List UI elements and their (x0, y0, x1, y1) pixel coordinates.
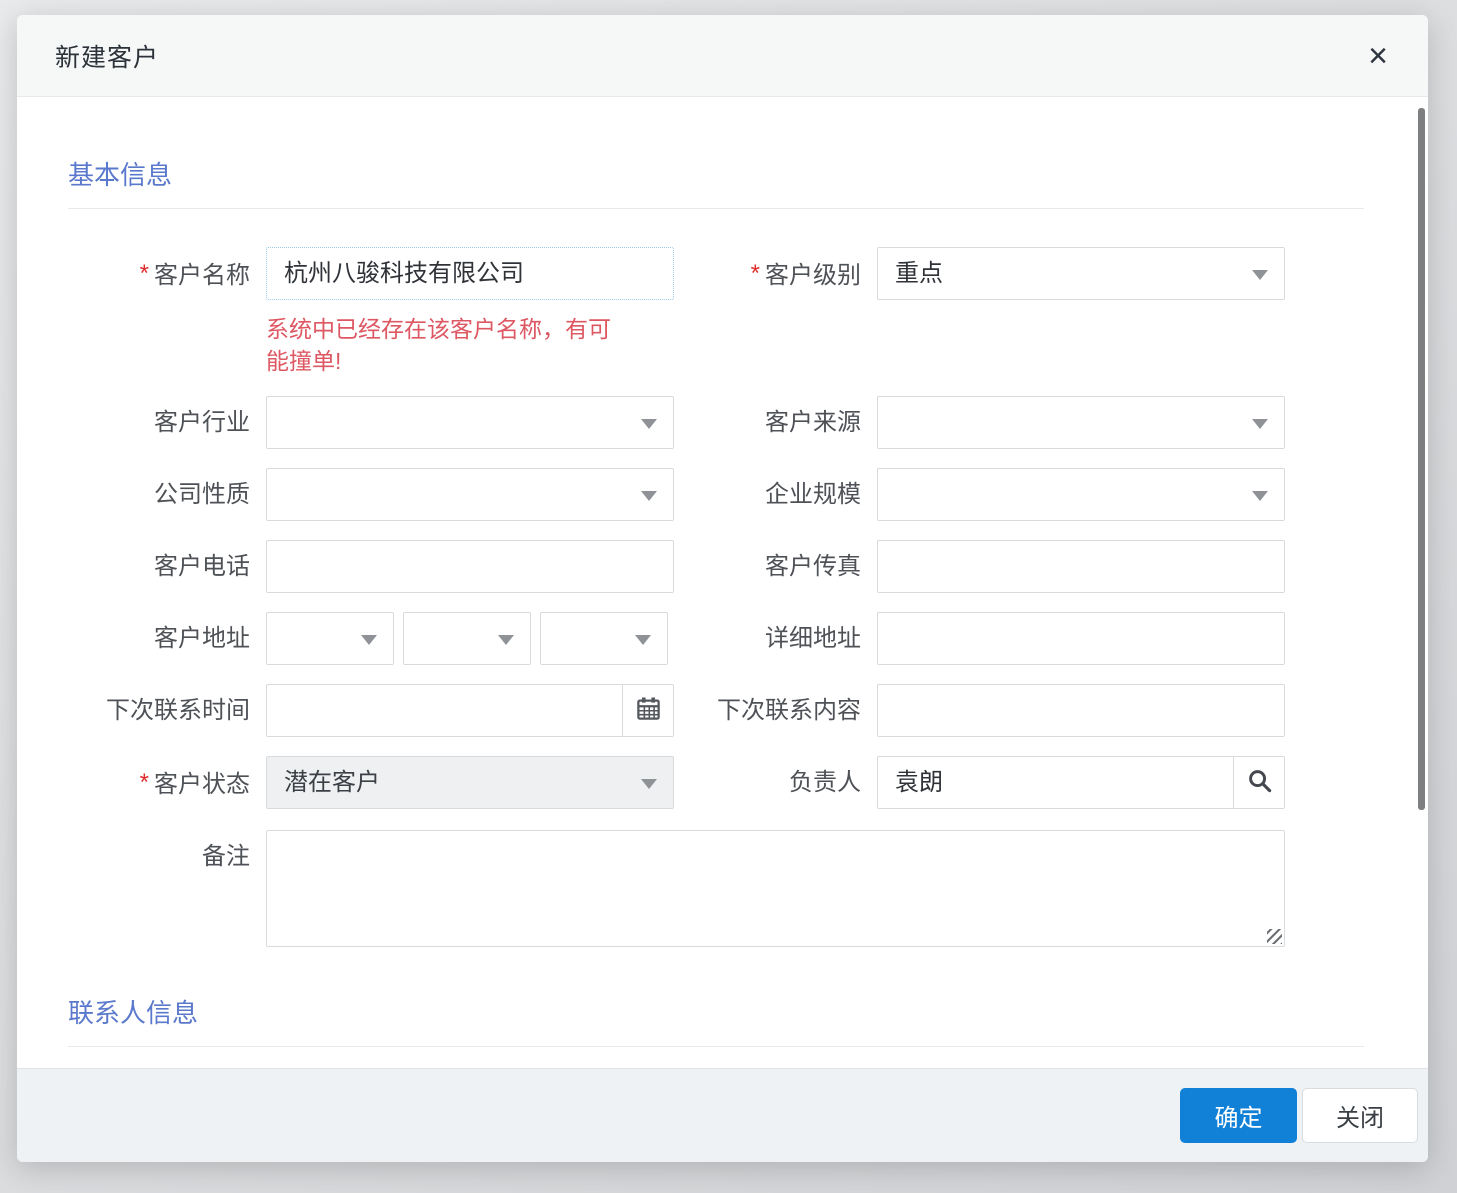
form-row: *客户名称 杭州八骏科技有限公司 系统中已经存在该客户名称，有可能撞单! *客户… (68, 247, 1364, 377)
customer-name-error: 系统中已经存在该客户名称，有可能撞单! (266, 313, 628, 377)
next-contact-content-input[interactable] (877, 684, 1285, 737)
next-contact-time-label: 下次联系时间 (68, 684, 266, 737)
form-row: *客户状态 潜在客户 负责人 袁朗 (68, 756, 1364, 811)
field-address: 客户地址 (68, 612, 674, 665)
field-status: *客户状态 潜在客户 (68, 756, 674, 811)
form-row: 客户行业 客户来源 (68, 396, 1364, 449)
field-industry: 客户行业 (68, 396, 674, 449)
customer-level-value: 重点 (895, 260, 943, 287)
address-district-select[interactable] (540, 612, 668, 665)
company-nature-label: 公司性质 (68, 468, 266, 521)
company-scale-select[interactable] (877, 468, 1285, 521)
owner-group: 袁朗 (877, 756, 1285, 809)
field-company-nature: 公司性质 (68, 468, 674, 521)
dialog-title: 新建客户 (55, 38, 159, 74)
dialog-header: 新建客户 × (17, 15, 1428, 97)
close-icon[interactable]: × (1368, 39, 1388, 73)
next-contact-time-group (266, 684, 674, 737)
owner-input[interactable]: 袁朗 (877, 756, 1233, 809)
close-button[interactable]: 关闭 (1302, 1088, 1418, 1143)
chevron-down-icon (641, 419, 657, 429)
owner-label: 负责人 (674, 756, 877, 809)
remark-label: 备注 (68, 830, 266, 883)
address-label: 客户地址 (68, 612, 266, 665)
chevron-down-icon (1252, 270, 1268, 280)
status-select: 潜在客户 (266, 756, 674, 809)
chevron-down-icon (361, 635, 377, 645)
chevron-down-icon (641, 491, 657, 501)
next-contact-time-input[interactable] (266, 684, 622, 737)
field-owner: 负责人 袁朗 (674, 756, 1285, 809)
field-next-contact-content: 下次联系内容 (674, 684, 1285, 737)
fax-label: 客户传真 (674, 540, 877, 593)
company-nature-select[interactable] (266, 468, 674, 521)
calendar-icon (635, 695, 662, 727)
customer-name-value: 杭州八骏科技有限公司 (284, 260, 524, 287)
required-mark: * (140, 260, 149, 287)
field-address-detail: 详细地址 (674, 612, 1285, 665)
customer-name-label: *客户名称 (68, 247, 266, 302)
address-detail-input[interactable] (877, 612, 1285, 665)
search-icon (1246, 767, 1273, 799)
required-mark: * (751, 260, 760, 287)
dialog-footer: 确定 关闭 (17, 1068, 1428, 1162)
customer-level-label: *客户级别 (674, 247, 877, 302)
field-source: 客户来源 (674, 396, 1285, 449)
address-detail-label: 详细地址 (674, 612, 877, 665)
section-contact-info: 联系人信息 (68, 993, 1364, 1047)
field-next-contact-time: 下次联系时间 (68, 684, 674, 737)
source-select[interactable] (877, 396, 1285, 449)
field-remark: 备注 (68, 830, 1285, 947)
form-row: 下次联系时间 (68, 684, 1364, 737)
customer-name-controls: 杭州八骏科技有限公司 系统中已经存在该客户名称，有可能撞单! (266, 247, 674, 377)
address-province-select[interactable] (266, 612, 394, 665)
field-customer-level: *客户级别 重点 (674, 247, 1285, 302)
basic-info-form: *客户名称 杭州八骏科技有限公司 系统中已经存在该客户名称，有可能撞单! *客户… (68, 247, 1364, 947)
industry-select[interactable] (266, 396, 674, 449)
field-customer-name: *客户名称 杭州八骏科技有限公司 系统中已经存在该客户名称，有可能撞单! (68, 247, 674, 377)
status-value: 潜在客户 (284, 769, 380, 796)
required-mark: * (140, 769, 149, 796)
field-phone: 客户电话 (68, 540, 674, 593)
chevron-down-icon (1252, 491, 1268, 501)
form-row: 客户地址 (68, 612, 1364, 665)
owner-value: 袁朗 (895, 769, 943, 796)
form-row: 公司性质 企业规模 (68, 468, 1364, 521)
address-city-select[interactable] (403, 612, 531, 665)
resize-handle-icon[interactable] (1267, 929, 1282, 944)
chevron-down-icon (498, 635, 514, 645)
phone-label: 客户电话 (68, 540, 266, 593)
source-label: 客户来源 (674, 396, 877, 449)
page-background: { "dialog": { "title": "新建客户", "close_gl… (0, 0, 1457, 1193)
owner-search-button[interactable] (1233, 756, 1285, 809)
next-contact-content-label: 下次联系内容 (674, 684, 877, 737)
address-selects (266, 612, 674, 665)
remark-textarea[interactable] (266, 830, 1285, 947)
chevron-down-icon (635, 635, 651, 645)
form-row: 客户电话 客户传真 (68, 540, 1364, 593)
status-label: *客户状态 (68, 756, 266, 811)
section-basic-info: 基本信息 (68, 155, 1364, 209)
field-company-scale: 企业规模 (674, 468, 1285, 521)
chevron-down-icon (1252, 419, 1268, 429)
scrollbar-thumb[interactable] (1418, 108, 1425, 810)
customer-level-select[interactable]: 重点 (877, 247, 1285, 300)
form-row: 备注 (68, 830, 1364, 947)
customer-name-input[interactable]: 杭州八骏科技有限公司 (266, 247, 674, 300)
chevron-down-icon (641, 779, 657, 789)
fax-input[interactable] (877, 540, 1285, 593)
field-fax: 客户传真 (674, 540, 1285, 593)
calendar-addon-button[interactable] (622, 684, 674, 737)
dialog-body: 基本信息 *客户名称 杭州八骏科技有限公司 系统中已经存在该客户名称，有可能撞单… (17, 155, 1428, 1047)
phone-input[interactable] (266, 540, 674, 593)
industry-label: 客户行业 (68, 396, 266, 449)
company-scale-label: 企业规模 (674, 468, 877, 521)
new-customer-dialog: 新建客户 × 基本信息 *客户名称 杭州八骏科技有限公司 系统中已经存在该客户名… (17, 15, 1428, 1162)
confirm-button[interactable]: 确定 (1180, 1088, 1297, 1143)
